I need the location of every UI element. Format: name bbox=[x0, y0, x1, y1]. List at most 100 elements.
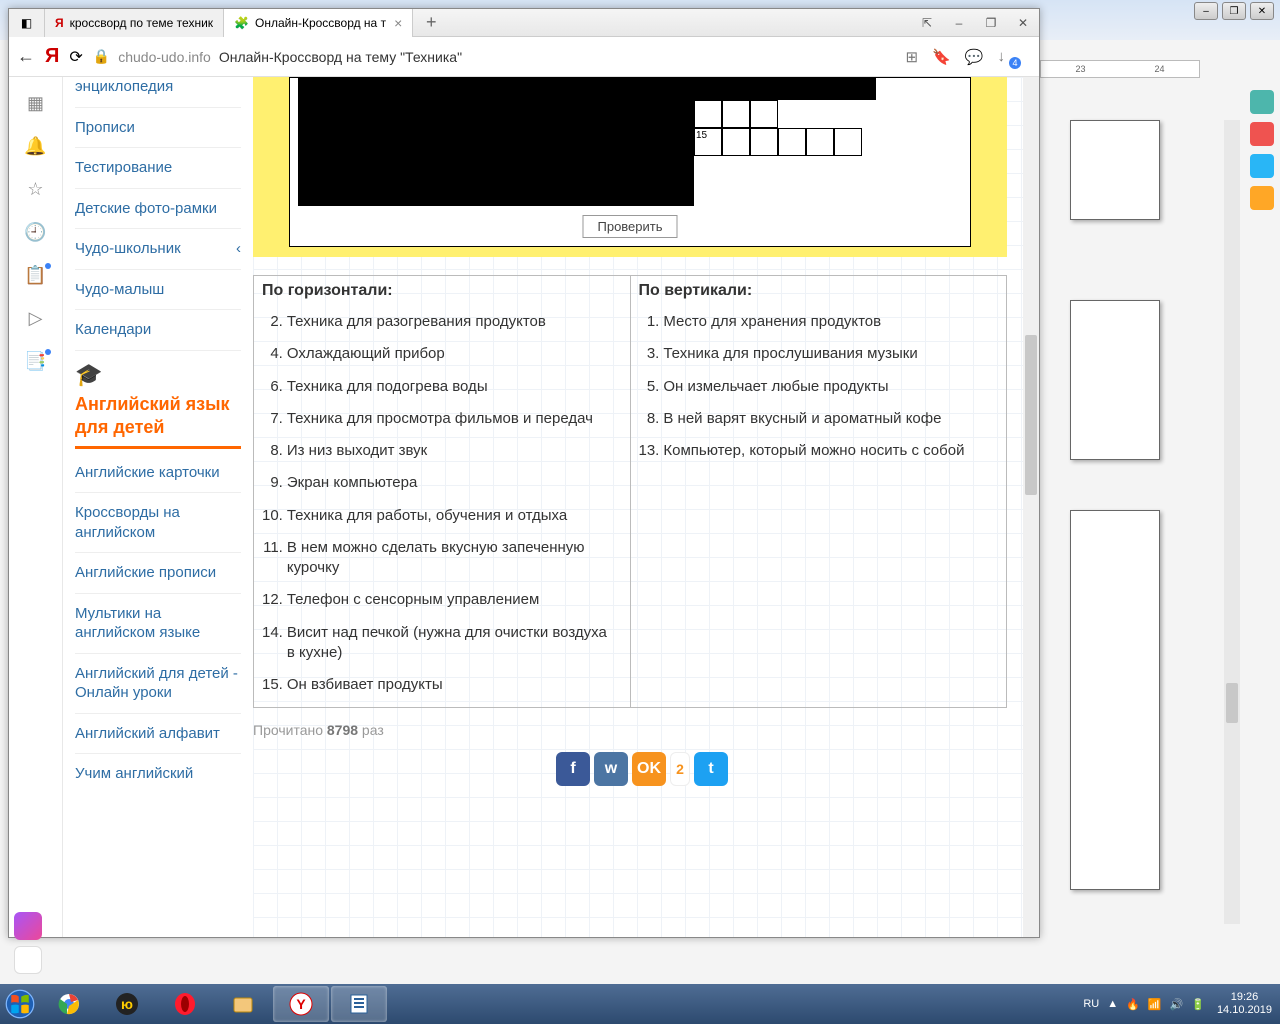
oo-tool-icon[interactable] bbox=[1250, 154, 1274, 178]
sidebar-item[interactable]: Кроссворды на английском bbox=[75, 493, 241, 553]
crossword-cell[interactable] bbox=[750, 100, 778, 128]
omnibox[interactable]: 🔒 chudo-udo.info Онлайн-Кроссворд на тем… bbox=[93, 48, 896, 65]
crossword-grid[interactable]: 15 Проверить bbox=[289, 77, 971, 247]
tab-1-label: кроссворд по теме техник bbox=[70, 16, 213, 30]
feedback-icon[interactable]: 💬 bbox=[965, 48, 984, 66]
clues-box: По горизонтали: 2.Техника для разогреван… bbox=[253, 275, 1007, 708]
sidebar-item[interactable]: энциклопедия bbox=[75, 77, 241, 108]
rail-history-icon[interactable]: 🕘 bbox=[24, 222, 46, 243]
tray-clock[interactable]: 19:26 14.10.2019 bbox=[1217, 991, 1272, 1017]
oo-scrollbar[interactable] bbox=[1224, 120, 1240, 924]
reload-button[interactable]: ⟳ bbox=[69, 47, 82, 67]
minimize-button[interactable]: – bbox=[943, 11, 975, 35]
gadget-alice[interactable] bbox=[14, 912, 42, 940]
rail-apps-icon[interactable]: ▦ bbox=[27, 93, 44, 114]
clues-h-title: По горизонтали: bbox=[262, 282, 622, 300]
twitter-button[interactable]: t bbox=[694, 752, 728, 786]
tray-battery-icon[interactable]: 🔋 bbox=[1191, 998, 1205, 1011]
tab-1[interactable]: Я кроссворд по теме техник bbox=[45, 9, 224, 37]
clue-row: 15.Он взбивает продукты bbox=[262, 669, 622, 701]
facebook-button[interactable]: f bbox=[556, 752, 590, 786]
gadget-zen[interactable] bbox=[14, 946, 42, 974]
page-content: энциклопедия Прописи Тестирование Детски… bbox=[63, 77, 1039, 937]
crossword-cell[interactable] bbox=[722, 128, 750, 156]
crossword-cell[interactable] bbox=[834, 128, 862, 156]
sidebar-item[interactable]: Английский алфавит bbox=[75, 714, 241, 755]
tray-flag-icon[interactable]: 🔥 bbox=[1126, 998, 1140, 1011]
crossword-cell[interactable] bbox=[750, 128, 778, 156]
rail-collections-icon[interactable]: 📋 bbox=[24, 265, 46, 286]
downloads-icon[interactable]: ↓ bbox=[998, 48, 1006, 65]
tab-2[interactable]: 🧩 Онлайн-Кроссворд на т × bbox=[224, 9, 413, 37]
crossword-area: 15 Проверить bbox=[253, 77, 1007, 257]
oo-tool-icon[interactable] bbox=[1250, 90, 1274, 114]
browser-window: ◧ Я кроссворд по теме техник 🧩 Онлайн-Кр… bbox=[8, 8, 1040, 938]
page-scrollbar[interactable] bbox=[1023, 77, 1039, 937]
sidebar-item[interactable]: Прописи bbox=[75, 108, 241, 149]
check-button[interactable]: Проверить bbox=[582, 215, 677, 238]
oo-side-toolbar bbox=[1244, 70, 1280, 210]
ok-button[interactable]: OK bbox=[632, 752, 666, 786]
task-opera[interactable] bbox=[157, 986, 213, 1022]
panel-button[interactable]: ⇱ bbox=[911, 11, 943, 35]
maximize-button[interactable]: ❐ bbox=[975, 11, 1007, 35]
rail-bell-icon[interactable]: 🔔 bbox=[24, 136, 46, 157]
start-button[interactable] bbox=[0, 984, 40, 1024]
task-chrome[interactable] bbox=[41, 986, 97, 1022]
task-yandex-music[interactable]: ю bbox=[99, 986, 155, 1022]
address-bar: ← Я ⟳ 🔒 chudo-udo.info Онлайн-Кроссворд … bbox=[9, 37, 1039, 77]
yandex-button[interactable]: Я bbox=[45, 45, 59, 68]
tray-lang[interactable]: RU bbox=[1083, 998, 1099, 1010]
oo-tool-icon[interactable] bbox=[1250, 186, 1274, 210]
oo-tool-icon[interactable] bbox=[1250, 122, 1274, 146]
vk-button[interactable]: w bbox=[594, 752, 628, 786]
oo-maximize-button[interactable]: ❐ bbox=[1222, 2, 1246, 20]
clue-row: 12.Телефон с сенсорным управлением bbox=[262, 584, 622, 616]
tray-up-icon[interactable]: ▲ bbox=[1107, 998, 1118, 1010]
crossword-cell[interactable] bbox=[722, 100, 750, 128]
tray-net-icon[interactable]: 📶 bbox=[1148, 998, 1162, 1011]
system-tray: RU ▲ 🔥 📶 🔊 🔋 19:26 14.10.2019 bbox=[1071, 984, 1280, 1024]
task-openoffice[interactable] bbox=[331, 986, 387, 1022]
task-yandex-browser[interactable]: Y bbox=[273, 986, 329, 1022]
task-libs[interactable] bbox=[215, 986, 271, 1022]
sidebar-item[interactable]: Мультики на английском языке bbox=[75, 594, 241, 654]
sidebar-item[interactable]: Чудо-малыш bbox=[75, 270, 241, 311]
oo-close-button[interactable]: ✕ bbox=[1250, 2, 1274, 20]
clue-row: 1.Место для хранения продуктов bbox=[639, 306, 969, 338]
chevron-left-icon: ‹ bbox=[236, 239, 241, 259]
svg-text:ю: ю bbox=[121, 996, 133, 1012]
new-tab-button[interactable]: + bbox=[413, 12, 449, 33]
sidebar-item[interactable]: Детские фото-рамки bbox=[75, 189, 241, 230]
tray-vol-icon[interactable]: 🔊 bbox=[1170, 998, 1184, 1011]
crossword-cell[interactable] bbox=[778, 128, 806, 156]
sidebar-item[interactable]: Английские прописи bbox=[75, 553, 241, 594]
bookmark-icon[interactable]: 🔖 bbox=[932, 48, 951, 66]
sidebar-item[interactable]: Чудо-школьник‹ bbox=[75, 229, 241, 270]
lock-icon: 🔒 bbox=[93, 48, 110, 65]
close-button[interactable]: ✕ bbox=[1007, 11, 1039, 35]
social-share: f w OK 2 t bbox=[253, 752, 1031, 786]
sidebar-item[interactable]: Учим английский bbox=[75, 754, 241, 794]
toolbar-icons: ⊞ 🔖 💬 ↓ 4 bbox=[906, 48, 1031, 66]
crossword-cell[interactable] bbox=[806, 128, 834, 156]
browser-window-controls: ⇱ – ❐ ✕ bbox=[911, 11, 1039, 35]
scroll-thumb[interactable] bbox=[1025, 335, 1037, 495]
sidebar-item[interactable]: Английские карточки bbox=[75, 453, 241, 494]
back-button[interactable]: ← bbox=[17, 46, 35, 67]
crossword-cell-15[interactable]: 15 bbox=[694, 128, 722, 156]
sidebar-item[interactable]: Календари bbox=[75, 310, 241, 351]
crossword-cell[interactable] bbox=[694, 100, 722, 128]
extensions-icon[interactable]: ⊞ bbox=[906, 48, 919, 66]
oo-minimize-button[interactable]: – bbox=[1194, 2, 1218, 20]
sidebar-item[interactable]: Английский для детей - Онлайн уроки bbox=[75, 654, 241, 714]
site-favicon: 🧩 bbox=[234, 16, 249, 30]
sidebar-item[interactable]: Тестирование bbox=[75, 148, 241, 189]
tab-pin[interactable]: ◧ bbox=[9, 9, 45, 37]
downloads-badge: 4 bbox=[1009, 57, 1021, 69]
url-title: Онлайн-Кроссворд на тему "Техника" bbox=[219, 49, 462, 65]
rail-star-icon[interactable]: ☆ bbox=[27, 179, 43, 200]
tab-close-button[interactable]: × bbox=[394, 15, 402, 31]
rail-tabs-icon[interactable]: 📑 bbox=[24, 351, 46, 372]
rail-media-icon[interactable]: ▷ bbox=[29, 308, 43, 329]
